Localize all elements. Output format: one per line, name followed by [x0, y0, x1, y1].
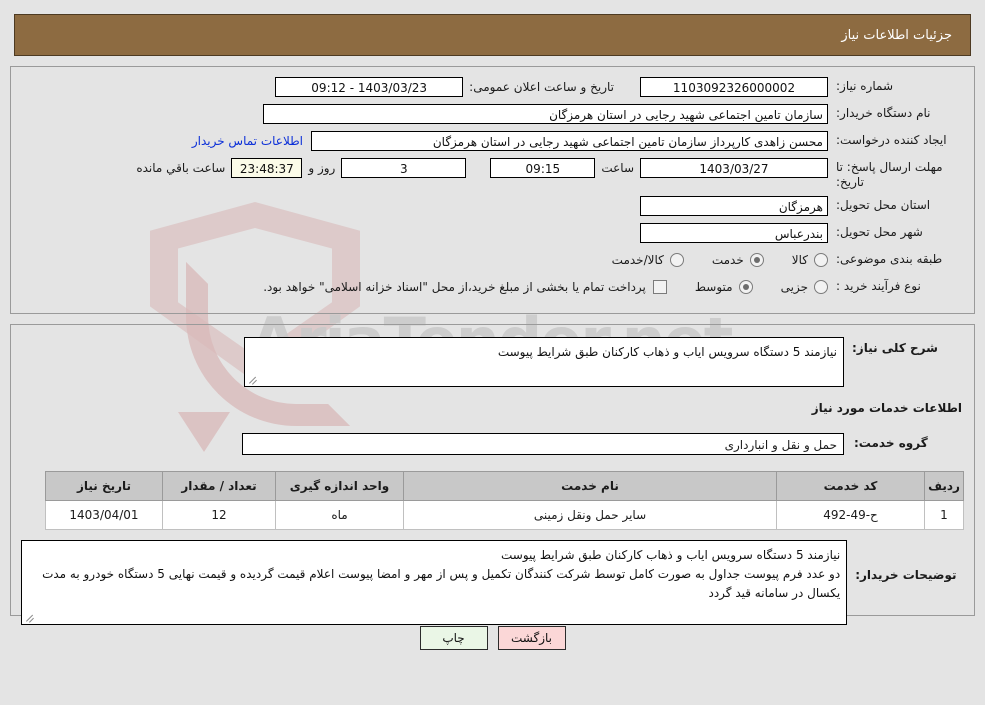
row-city: شهر محل تحویل: بندرعباس	[19, 222, 966, 244]
buyer-contact-link[interactable]: اطلاعات تماس خریدار	[184, 131, 311, 151]
column-header-unit: واحد اندازه گیری	[275, 471, 404, 501]
purchase-option-motavasset[interactable]: متوسط	[695, 280, 753, 294]
city-value: بندرعباس	[640, 223, 828, 243]
purchase-process-radio-group: جزیی متوسط پرداخت تمام یا بخشی از مبلغ خ…	[263, 280, 828, 294]
cell-qty: 12	[162, 500, 276, 530]
cell-code: ح-49-492	[776, 500, 925, 530]
row-general-description: شرح کلی نیاز: نیازمند 5 دستگاه سرویس ایا…	[21, 337, 964, 387]
category-option-khedmat[interactable]: خدمت	[712, 253, 764, 267]
cell-unit: ماه	[275, 500, 404, 530]
general-description-textarea[interactable]: نیازمند 5 دستگاه سرویس ایاب و ذهاب کارکن…	[244, 337, 844, 387]
purchase-option-jozi[interactable]: جزیی	[781, 280, 828, 294]
row-buyer-org: نام دستگاه خریدار: سازمان تامین اجتماعی …	[19, 103, 966, 125]
row-request-creator: ایجاد کننده درخواست: محسن زاهدی کارپرداز…	[19, 130, 966, 152]
table-header-row: ردیف کد خدمت نام خدمت واحد اندازه گیری ت…	[45, 471, 964, 501]
deadline-time-value: 09:15	[490, 158, 596, 178]
resize-grip-icon[interactable]	[25, 613, 35, 623]
need-number-value: 1103092326000002	[640, 77, 828, 97]
row-buyer-notes: توضیحات خریدار: نیازمند 5 دستگاه سرویس ا…	[21, 540, 964, 625]
buyer-notes-value: نیازمند 5 دستگاه سرویس ایاب و ذهاب کارکن…	[42, 548, 841, 600]
cell-date: 1403/04/01	[45, 500, 163, 530]
checkbox-icon[interactable]	[652, 280, 667, 294]
category-option-label: کالا	[791, 253, 808, 267]
column-header-name: نام خدمت	[403, 471, 777, 501]
need-info-panel: شماره نیاز: 1103092326000002 تاریخ و ساع…	[10, 66, 975, 314]
deadline-date-value: 1403/03/27	[640, 158, 828, 178]
general-description-label: شرح کلی نیاز:	[852, 341, 938, 355]
radio-icon[interactable]	[814, 253, 828, 267]
need-number-label: شماره نیاز:	[836, 79, 893, 93]
need-details-panel: شرح کلی نیاز: نیازمند 5 دستگاه سرویس ایا…	[10, 324, 975, 625]
category-option-label: کالا/خدمت	[611, 253, 664, 267]
deadline-days-label: روز و	[308, 161, 336, 175]
cell-name: سایر حمل ونقل زمینی	[403, 500, 777, 530]
print-button[interactable]: چاپ	[419, 626, 488, 650]
column-header-qty: تعداد / مقدار	[162, 471, 276, 501]
buyer-org-value: سازمان تامین اجتماعی شهید رجایی در استان…	[263, 104, 828, 124]
province-label: استان محل تحویل:	[836, 198, 931, 212]
service-group-label: گروه خدمت:	[854, 436, 928, 450]
row-need-number: شماره نیاز: 1103092326000002 تاریخ و ساع…	[19, 76, 966, 98]
cell-radif: 1	[924, 500, 964, 530]
city-label: شهر محل تحویل:	[836, 225, 923, 239]
service-group-value: حمل و نقل و انبارداری	[242, 433, 844, 455]
column-header-date: تاریخ نیاز	[45, 471, 163, 501]
footer-actions: بازگشت چاپ	[0, 626, 985, 650]
category-option-kala-khedmat[interactable]: کالا/خدمت	[612, 253, 684, 267]
purchase-option-label: جزیی	[780, 280, 808, 294]
deadline-days-value: 3	[341, 158, 467, 178]
service-items-table: ردیف کد خدمت نام خدمت واحد اندازه گیری ت…	[45, 471, 964, 530]
radio-icon-selected[interactable]	[738, 280, 753, 294]
resize-grip-icon[interactable]	[248, 375, 258, 385]
services-section-title: اطلاعات خدمات مورد نیاز	[811, 401, 962, 415]
row-service-group: گروه خدمت: حمل و نقل و انبارداری	[21, 433, 964, 455]
purchase-option-label: متوسط	[694, 280, 733, 294]
row-category: طبقه بندی موضوعی: کالا خدمت کالا/خدمت	[19, 249, 966, 271]
province-value: هرمزگان	[640, 196, 828, 216]
column-header-radif: ردیف	[924, 471, 964, 501]
page-header: جزئیات اطلاعات نیاز	[14, 14, 971, 56]
radio-icon[interactable]	[814, 280, 828, 294]
back-button[interactable]: بازگشت	[497, 626, 566, 650]
radio-icon-selected[interactable]	[749, 253, 764, 267]
request-creator-label: ایجاد کننده درخواست:	[836, 133, 947, 147]
treasury-bond-checkbox-row[interactable]: پرداخت تمام یا بخشی از مبلغ خرید،از محل …	[263, 280, 667, 294]
deadline-remaining-label: ساعت باقي مانده	[136, 161, 226, 175]
public-announce-label: تاریخ و ساعت اعلان عمومی:	[469, 80, 614, 94]
deadline-remaining-value: 23:48:37	[231, 158, 303, 178]
public-announce-value: 1403/03/23 - 09:12	[275, 77, 464, 97]
row-deadline: مهلت ارسال پاسخ: تا تاریخ: 1403/03/27 سا…	[19, 157, 966, 190]
buyer-org-label: نام دستگاه خریدار:	[836, 106, 931, 120]
page-title: جزئیات اطلاعات نیاز	[841, 27, 952, 43]
radio-icon[interactable]	[669, 253, 684, 267]
row-province: استان محل تحویل: هرمزگان	[19, 195, 966, 217]
treasury-bond-note: پرداخت تمام یا بخشی از مبلغ خرید،از محل …	[263, 280, 646, 294]
deadline-time-label: ساعت	[601, 161, 634, 175]
general-description-value: نیازمند 5 دستگاه سرویس ایاب و ذهاب کارکن…	[497, 345, 837, 359]
purchase-process-label: نوع فرآیند خرید :	[836, 279, 921, 293]
request-creator-value: محسن زاهدی کارپرداز سازمان تامین اجتماعی…	[311, 131, 828, 151]
buyer-notes-textarea[interactable]: نیازمند 5 دستگاه سرویس ایاب و ذهاب کارکن…	[21, 540, 848, 625]
deadline-label: مهلت ارسال پاسخ: تا تاریخ:	[836, 160, 943, 189]
buyer-notes-label: توضیحات خریدار:	[855, 568, 957, 582]
category-label: طبقه بندی موضوعی:	[836, 252, 943, 266]
category-radio-group: کالا خدمت کالا/خدمت	[584, 253, 828, 267]
column-header-code: کد خدمت	[776, 471, 925, 501]
table-row: 1 ح-49-492 سایر حمل ونقل زمینی ماه 12 14…	[45, 500, 964, 530]
category-option-label: خدمت	[711, 253, 744, 267]
row-purchase-process: نوع فرآیند خرید : جزیی متوسط پرداخت تمام…	[19, 276, 966, 298]
category-option-kala[interactable]: کالا	[792, 253, 828, 267]
